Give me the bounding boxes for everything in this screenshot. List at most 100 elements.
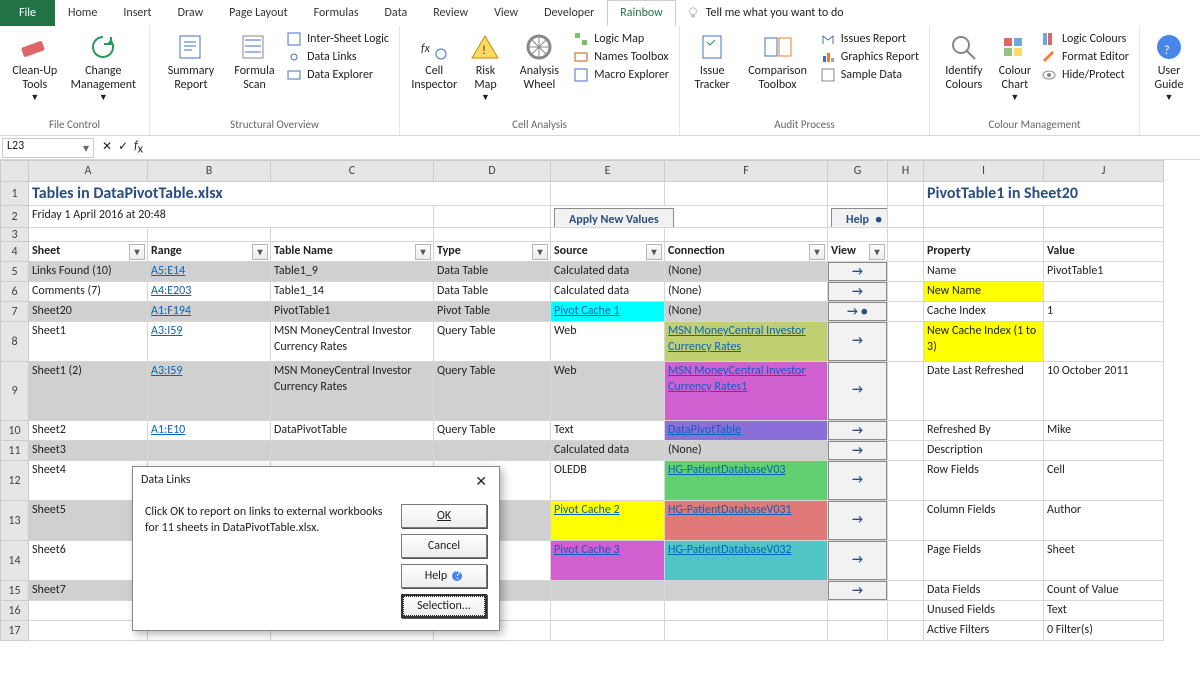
row-header[interactable]: 15	[0, 581, 29, 601]
tab-insert[interactable]: Insert	[110, 0, 164, 26]
help-button[interactable]: Help?	[401, 564, 487, 588]
graphics-report-button[interactable]: Graphics Report	[821, 50, 919, 64]
row-header[interactable]: 9	[0, 362, 29, 421]
cell-range[interactable]: A1:F194	[148, 302, 271, 322]
logic-map-button[interactable]: Logic Map	[574, 32, 669, 46]
logic-colours-button[interactable]: Logic Colours	[1042, 32, 1129, 46]
tab-data[interactable]: Data	[372, 0, 421, 26]
cell-range[interactable]: A3:I59	[148, 322, 271, 362]
issue-tracker-button[interactable]: Issue Tracker	[686, 30, 738, 95]
row-header[interactable]: 6	[0, 282, 29, 302]
data-explorer-button[interactable]: Data Explorer	[287, 68, 389, 82]
view-arrow-button[interactable]: →	[828, 461, 888, 501]
filter-table-name[interactable]: Table Name	[271, 242, 434, 262]
view-arrow-button[interactable]: →	[828, 581, 888, 601]
hide-protect-button[interactable]: Hide/Protect	[1042, 68, 1129, 82]
column-header[interactable]: F	[665, 160, 828, 182]
names-toolbox-button[interactable]: Names Toolbox	[574, 50, 669, 64]
sample-data-button[interactable]: Sample Data	[821, 68, 919, 82]
cell-range[interactable]: A5:E14	[148, 262, 271, 282]
view-arrow-button[interactable]: →	[828, 282, 888, 302]
cancel-button[interactable]: Cancel	[401, 534, 487, 558]
cell-range[interactable]: A3:I59	[148, 362, 271, 421]
column-header[interactable]: G	[828, 160, 888, 182]
change-management-button[interactable]: Change Management▼	[64, 30, 143, 106]
tab-view[interactable]: View	[481, 0, 531, 26]
risk-map-button[interactable]: !Risk Map▼	[462, 30, 508, 106]
view-arrow-button[interactable]: →	[828, 362, 888, 421]
filter-connection[interactable]: Connection	[665, 242, 828, 262]
column-header[interactable]: I	[924, 160, 1044, 182]
row-header[interactable]: 4	[0, 242, 29, 262]
row-header[interactable]: 7	[0, 302, 29, 322]
analysis-wheel-button[interactable]: Analysis Wheel	[508, 30, 570, 95]
formula-scan-button[interactable]: Formula Scan	[226, 30, 283, 95]
comparison-toolbox-button[interactable]: Comparison Toolbox	[738, 30, 816, 95]
clean-up-tools-button[interactable]: Clean-Up Tools▼	[6, 30, 64, 106]
row-header[interactable]: 13	[0, 501, 29, 541]
tab-developer[interactable]: Developer	[531, 0, 607, 26]
cell-source[interactable]: Pivot Cache 1	[551, 302, 665, 322]
colour-chart-button[interactable]: Colour Chart▼	[992, 30, 1038, 106]
tab-review[interactable]: Review	[420, 0, 481, 26]
cell-connection[interactable]: MSN MoneyCentral Investor Currency Rates…	[665, 362, 828, 421]
view-arrow-button[interactable]: → ●	[828, 302, 888, 322]
summary-report-button[interactable]: Summary Report	[156, 30, 226, 95]
filter-view[interactable]: View	[828, 242, 888, 262]
column-header[interactable]: J	[1044, 160, 1164, 182]
selection-button[interactable]: Selection...	[401, 594, 487, 618]
filter-type[interactable]: Type	[434, 242, 551, 262]
name-box[interactable]: L23	[2, 138, 94, 158]
column-header[interactable]: A	[29, 160, 148, 182]
cell-connection[interactable]: HG-PatientDatabaseV03	[665, 461, 828, 501]
filter-sheet[interactable]: Sheet	[29, 242, 148, 262]
row-header[interactable]: 1	[0, 182, 29, 206]
cancel-entry-icon[interactable]: ✕	[102, 139, 112, 156]
tab-rainbow[interactable]: Rainbow	[607, 0, 676, 26]
issues-report-button[interactable]: Issues Report	[821, 32, 919, 46]
data-links-button[interactable]: Data Links	[287, 50, 389, 64]
fx-button[interactable]: fx	[134, 139, 143, 156]
column-header[interactable]: B	[148, 160, 271, 182]
filter-source[interactable]: Source	[551, 242, 665, 262]
ok-button[interactable]: OK	[401, 504, 487, 528]
cell-connection[interactable]: MSN MoneyCentral Investor Currency Rates	[665, 322, 828, 362]
column-header[interactable]: C	[271, 160, 434, 182]
row-header[interactable]: 16	[0, 601, 29, 621]
cell-connection[interactable]: HG-PatientDatabaseV032	[665, 541, 828, 581]
row-header[interactable]: 2	[0, 206, 29, 228]
cell-range[interactable]: A1:E10	[148, 421, 271, 441]
tab-draw[interactable]: Draw	[165, 0, 217, 26]
view-arrow-button[interactable]: →	[828, 441, 888, 461]
cell-range[interactable]: A4:E203	[148, 282, 271, 302]
column-header[interactable]: D	[434, 160, 551, 182]
cell-connection[interactable]: DataPivotTable	[665, 421, 828, 441]
user-guide-button[interactable]: ?User Guide▼	[1146, 30, 1192, 106]
macro-explorer-button[interactable]: Macro Explorer	[574, 68, 669, 82]
row-header[interactable]: 17	[0, 621, 29, 641]
close-icon[interactable]: ✕	[471, 473, 491, 490]
view-arrow-button[interactable]: →	[828, 421, 888, 441]
inter-sheet-logic-button[interactable]: Inter-Sheet Logic	[287, 32, 389, 46]
tab-formulas[interactable]: Formulas	[301, 0, 372, 26]
cell-inspector-button[interactable]: fxCell Inspector	[406, 30, 462, 95]
view-arrow-button[interactable]: →	[828, 541, 888, 581]
row-header[interactable]: 10	[0, 421, 29, 441]
tell-me[interactable]: Tell me what you want to do	[676, 0, 854, 26]
cell-source[interactable]: Pivot Cache 2	[551, 501, 665, 541]
apply-new-values-button[interactable]: Apply New Values	[554, 208, 674, 228]
row-header[interactable]: 8	[0, 322, 29, 362]
accept-entry-icon[interactable]: ✓	[118, 139, 128, 156]
cell-connection[interactable]: HG-PatientDatabaseV031	[665, 501, 828, 541]
identify-colours-button[interactable]: Identify Colours	[936, 30, 992, 95]
tab-page-layout[interactable]: Page Layout	[216, 0, 300, 26]
view-arrow-button[interactable]: →	[828, 501, 888, 541]
row-header[interactable]: 11	[0, 441, 29, 461]
filter-range[interactable]: Range	[148, 242, 271, 262]
column-header[interactable]: H	[888, 160, 924, 182]
row-header[interactable]: 14	[0, 541, 29, 581]
row-header[interactable]: 3	[0, 228, 29, 242]
tab-file[interactable]: File	[0, 0, 55, 26]
row-header[interactable]: 5	[0, 262, 29, 282]
formula-input[interactable]	[151, 138, 1198, 158]
